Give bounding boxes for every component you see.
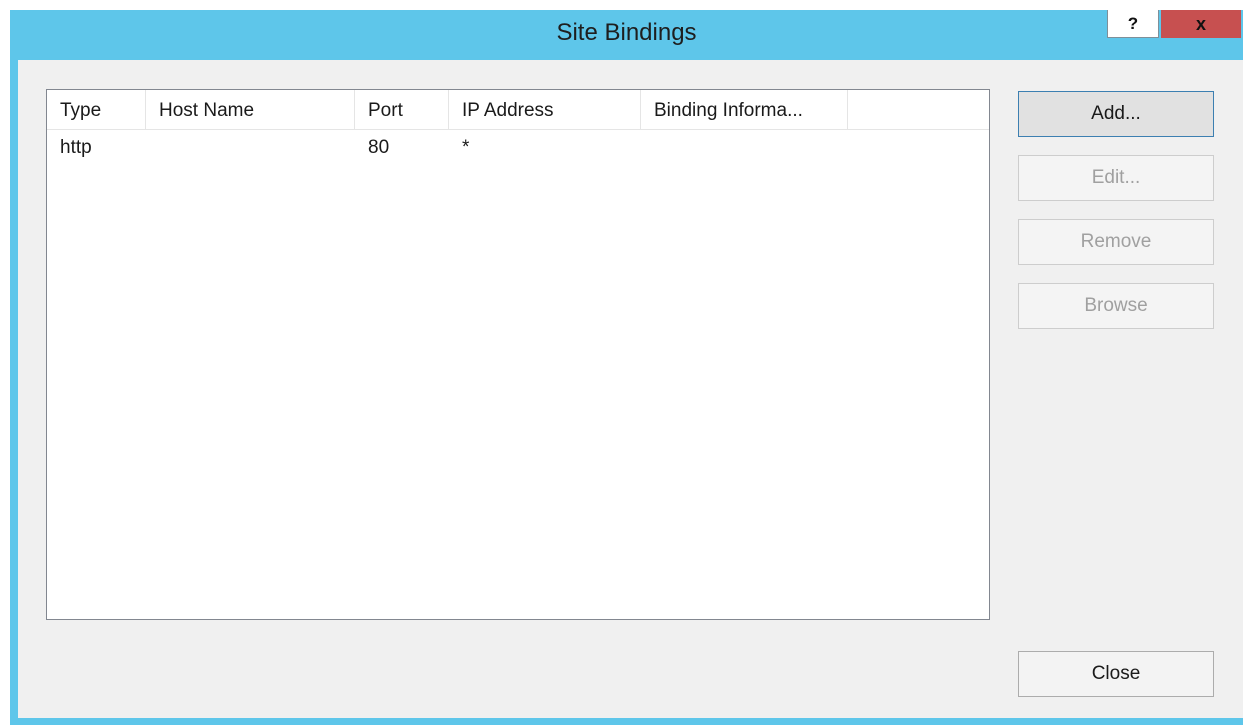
cell-host-name: [146, 136, 355, 160]
help-button[interactable]: ?: [1107, 10, 1159, 38]
close-icon: x: [1195, 13, 1206, 34]
bindings-list[interactable]: Type Host Name Port IP Address Binding I…: [46, 89, 990, 620]
site-bindings-dialog: Site Bindings ? x Type Host Name Port IP…: [0, 0, 1243, 725]
list-header: Type Host Name Port IP Address Binding I…: [47, 90, 989, 130]
add-button[interactable]: Add...: [1018, 91, 1214, 137]
edit-button[interactable]: Edit...: [1018, 155, 1214, 201]
window-close-button[interactable]: x: [1161, 10, 1241, 38]
column-header-host-name[interactable]: Host Name: [146, 90, 355, 129]
column-header-binding-information[interactable]: Binding Informa...: [641, 90, 848, 129]
dialog-title: Site Bindings: [556, 19, 697, 46]
help-icon: ?: [1127, 13, 1139, 33]
column-header-port[interactable]: Port: [355, 90, 449, 129]
cell-port: 80: [368, 137, 390, 158]
window-left-border: [10, 60, 18, 725]
browse-button[interactable]: Browse: [1018, 283, 1214, 329]
close-button[interactable]: Close: [1018, 651, 1214, 697]
window-bottom-border: [10, 718, 1243, 725]
cell-type: http: [60, 137, 92, 158]
remove-button[interactable]: Remove: [1018, 219, 1214, 265]
column-header-type[interactable]: Type: [47, 90, 146, 129]
table-row[interactable]: http 80 *: [47, 136, 989, 160]
column-header-ip-address[interactable]: IP Address: [449, 90, 641, 129]
cell-ip-address: *: [462, 137, 470, 158]
cell-binding-information: [641, 136, 848, 160]
